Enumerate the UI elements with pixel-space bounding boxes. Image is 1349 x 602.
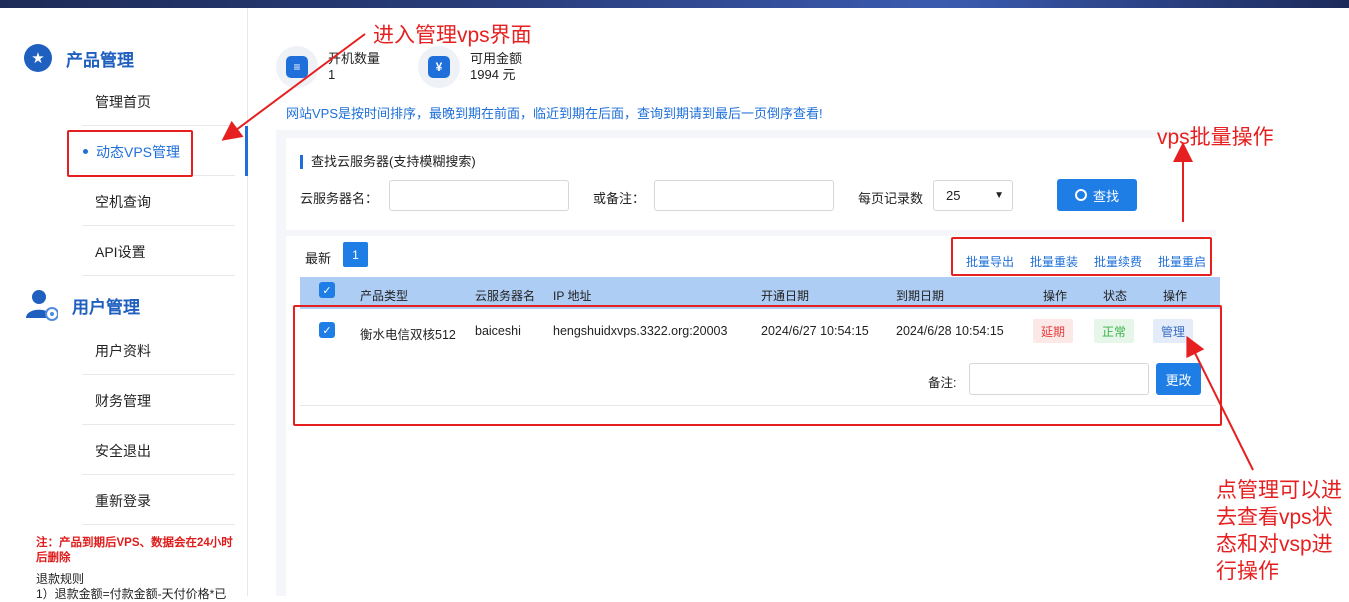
arrow-to-manage (1186, 335, 1254, 471)
annotation-arrows (221, 33, 1254, 471)
arrow-to-vps-nav (221, 33, 366, 141)
